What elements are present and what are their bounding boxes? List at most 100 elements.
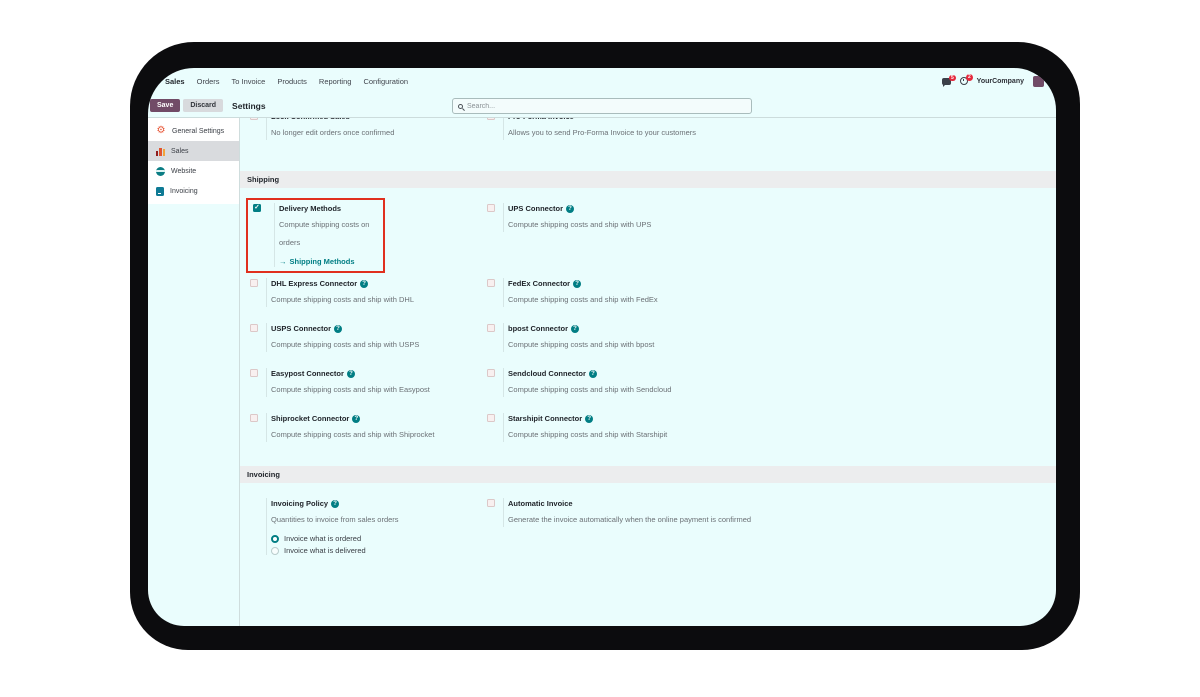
search-icon <box>458 103 463 109</box>
setting-shiprocket-connector: Shiprocket Connector Compute shipping co… <box>240 413 477 442</box>
radio-invoice-ordered[interactable]: Invoice what is ordered <box>271 534 399 543</box>
messages-badge: 5 <box>949 74 956 81</box>
menu-products[interactable]: Products <box>277 77 307 86</box>
setting-delivery-methods: Delivery Methods Compute shipping costs … <box>240 198 477 273</box>
delivery-methods-checkbox[interactable] <box>253 204 261 212</box>
link-arrow-icon: → <box>279 257 287 266</box>
sidebar-item-general-settings[interactable]: General Settings <box>148 121 239 141</box>
setting-title: FedEx Connector <box>508 278 658 289</box>
setting-title: Automatic Invoice <box>508 499 573 508</box>
radio-label: Invoice what is delivered <box>284 546 366 555</box>
setting-row: Shiprocket Connector Compute shipping co… <box>240 413 1056 442</box>
setting-title: Pro-Forma Invoice <box>508 118 696 122</box>
page-title: Settings <box>232 100 266 111</box>
setting-desc: Compute shipping costs and ship with Eas… <box>271 385 430 394</box>
app-name-sales[interactable]: Sales <box>165 77 185 86</box>
menu-orders[interactable]: Orders <box>197 77 220 86</box>
menu-configuration[interactable]: Configuration <box>363 77 408 86</box>
section-header-shipping: Shipping <box>240 171 1056 188</box>
invoicing-rows: Invoicing Policy Quantities to invoice f… <box>240 483 1056 555</box>
sendcloud-connector-checkbox[interactable] <box>487 369 495 377</box>
help-icon[interactable] <box>585 414 594 423</box>
help-icon[interactable] <box>571 324 579 333</box>
setting-title: UPS Connector <box>508 203 651 214</box>
shipping-rows: Delivery Methods Compute shipping costs … <box>240 188 1056 442</box>
sidebar-item-website[interactable]: Website <box>148 161 239 181</box>
invoicing-icon <box>156 186 164 196</box>
radio-label: Invoice what is ordered <box>284 534 362 543</box>
bpost-connector-checkbox[interactable] <box>487 324 495 332</box>
general-settings-icon <box>156 126 166 136</box>
control-bar: Save Discard Settings <box>148 94 1056 118</box>
setting-row: Invoicing Policy Quantities to invoice f… <box>240 498 1056 555</box>
discard-button[interactable]: Discard <box>183 99 224 112</box>
help-icon[interactable] <box>346 369 355 378</box>
radio-selected-icon <box>271 534 279 543</box>
easypost-connector-checkbox[interactable] <box>250 369 258 377</box>
setting-ups-connector: UPS Connector Compute shipping costs and… <box>477 198 1056 273</box>
activities-button[interactable]: 2 <box>959 74 973 85</box>
ups-connector-checkbox[interactable] <box>487 204 495 212</box>
setting-row: DHL Express Connector Compute shipping c… <box>240 278 1056 307</box>
sidebar-item-label: Invoicing <box>170 187 198 195</box>
setting-starshipit-connector: Starshipit Connector Compute shipping co… <box>477 413 1056 442</box>
setting-invoicing-policy: Invoicing Policy Quantities to invoice f… <box>240 498 477 555</box>
settings-main: Lock Confirmed Sales No longer edit orde… <box>240 118 1056 626</box>
search-box[interactable] <box>452 98 752 114</box>
link-label: Shipping Methods <box>289 257 355 266</box>
company-menu[interactable]: YourCompany <box>977 78 1024 85</box>
help-icon[interactable] <box>566 204 575 213</box>
highlight-box: Delivery Methods Compute shipping costs … <box>246 198 385 273</box>
setting-desc: No longer edit orders once confirmed <box>271 128 395 137</box>
setting-row: Easypost Connector Compute shipping cost… <box>240 368 1056 397</box>
user-avatar[interactable] <box>1033 75 1044 87</box>
setting-desc: Generate the invoice automatically when … <box>508 515 752 524</box>
setting-desc: Compute shipping costs and ship with bpo… <box>508 340 655 349</box>
help-icon[interactable] <box>573 279 582 288</box>
setting-desc: Compute shipping costs and ship with DHL <box>271 295 414 304</box>
setting-desc: Compute shipping costs and ship with Sta… <box>508 430 668 439</box>
setting-row: Delivery Methods Compute shipping costs … <box>240 198 1056 273</box>
sidebar-list: General Settings Sales Website Invo <box>148 118 239 204</box>
help-icon[interactable] <box>360 279 369 288</box>
help-icon[interactable] <box>352 414 361 423</box>
sidebar-item-invoicing[interactable]: Invoicing <box>148 181 239 201</box>
search-input[interactable] <box>467 102 746 110</box>
messages-button[interactable]: 5 <box>941 74 956 87</box>
shiprocket-connector-checkbox[interactable] <box>250 414 258 422</box>
setting-easypost-connector: Easypost Connector Compute shipping cost… <box>240 368 477 397</box>
radio-invoice-delivered[interactable]: Invoice what is delivered <box>271 546 399 555</box>
setting-title: Invoicing Policy <box>271 498 399 509</box>
setting-title: bpost Connector <box>508 323 654 334</box>
setting-row: USPS Connector Compute shipping costs an… <box>240 323 1056 352</box>
page: Sales Orders To Invoice Products Reporti… <box>0 0 1200 697</box>
setting-desc: Compute shipping costs on orders <box>279 220 370 247</box>
setting-row-clipped: Lock Confirmed Sales No longer edit orde… <box>240 118 1056 140</box>
website-icon <box>156 166 165 176</box>
fedex-connector-checkbox[interactable] <box>487 279 495 287</box>
setting-desc: Quantities to invoice from sales orders <box>271 515 399 524</box>
dhl-connector-checkbox[interactable] <box>250 279 258 287</box>
setting-desc: Compute shipping costs and ship with Shi… <box>271 430 435 439</box>
setting-pro-forma-invoice: Pro-Forma Invoice Allows you to send Pro… <box>477 118 1056 140</box>
pro-forma-invoice-checkbox[interactable] <box>487 118 495 120</box>
setting-bpost-connector: bpost Connector Compute shipping costs a… <box>477 323 1056 352</box>
usps-connector-checkbox[interactable] <box>250 324 258 332</box>
save-button[interactable]: Save <box>150 99 181 112</box>
help-icon[interactable] <box>588 369 597 378</box>
sales-icon <box>156 147 165 156</box>
lock-confirmed-sales-checkbox[interactable] <box>250 118 258 120</box>
help-icon[interactable] <box>334 324 343 333</box>
setting-title: Lock Confirmed Sales <box>271 118 394 122</box>
menu-reporting[interactable]: Reporting <box>319 77 352 86</box>
automatic-invoice-checkbox[interactable] <box>487 499 495 507</box>
shipping-methods-link[interactable]: → Shipping Methods <box>279 256 383 267</box>
menu-to-invoice[interactable]: To Invoice <box>232 77 266 86</box>
setting-title: Easypost Connector <box>271 368 430 379</box>
setting-desc: Allows you to send Pro-Forma Invoice to … <box>508 128 696 137</box>
setting-dhl-connector: DHL Express Connector Compute shipping c… <box>240 278 477 307</box>
device-bezel: Sales Orders To Invoice Products Reporti… <box>130 42 1080 650</box>
starshipit-connector-checkbox[interactable] <box>487 414 495 422</box>
help-icon[interactable] <box>331 499 340 508</box>
sidebar-item-sales[interactable]: Sales <box>148 141 239 161</box>
